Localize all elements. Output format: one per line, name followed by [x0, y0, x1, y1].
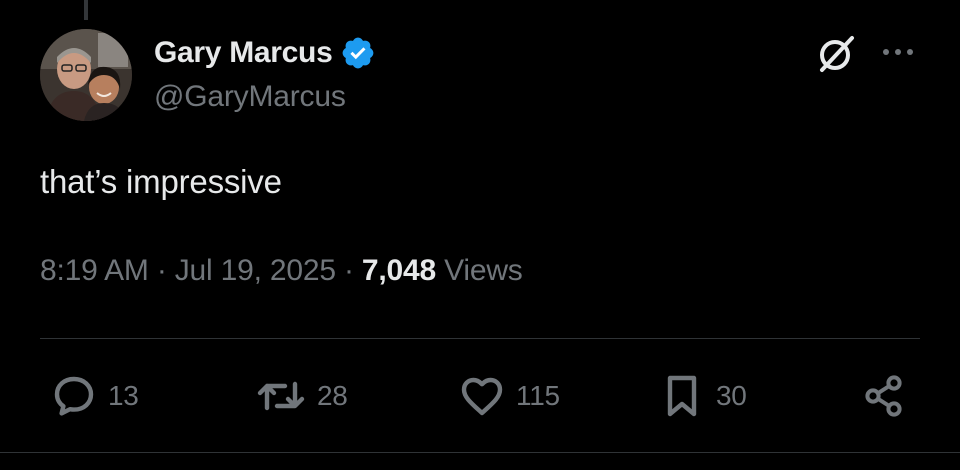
repost-button[interactable]: 28	[255, 372, 348, 420]
like-icon	[461, 377, 503, 416]
bottom-divider	[0, 452, 960, 453]
tweet-text: that’s impressive	[40, 163, 282, 200]
reply-icon	[54, 376, 94, 416]
tweet-time[interactable]: 8:19 AM	[40, 254, 149, 287]
tweet-meta: 8:19 AM · Jul 19, 2025 · 7,048 Views	[40, 254, 523, 288]
reply-count: 13	[108, 380, 139, 411]
views-label[interactable]: Views	[444, 254, 523, 287]
reply-button[interactable]: 13	[50, 372, 139, 420]
share-icon	[865, 375, 902, 417]
avatar-photo	[40, 29, 132, 121]
like-count: 115	[516, 380, 560, 411]
views-count[interactable]: 7,048	[362, 254, 436, 287]
more-options-icon[interactable]	[880, 38, 916, 66]
share-button[interactable]	[860, 372, 908, 420]
author-handle[interactable]: @GaryMarcus	[154, 80, 346, 114]
like-button[interactable]: 115	[458, 372, 560, 420]
author-name-row[interactable]: Gary Marcus	[154, 34, 376, 72]
grok-icon[interactable]	[814, 32, 858, 76]
verified-badge-icon[interactable]	[340, 35, 376, 71]
tweet-date[interactable]: Jul 19, 2025	[175, 254, 336, 287]
repost-icon	[257, 381, 305, 411]
meta-separator: ·	[156, 254, 175, 287]
divider	[40, 338, 920, 339]
repost-count: 28	[317, 380, 348, 411]
bookmark-icon	[667, 375, 697, 417]
avatar[interactable]	[40, 29, 132, 121]
thread-connector-line	[84, 0, 88, 20]
bookmark-count: 30	[716, 380, 747, 411]
author-display-name[interactable]: Gary Marcus	[154, 36, 333, 70]
bookmark-button[interactable]: 30	[658, 372, 747, 420]
meta-separator: ·	[343, 254, 362, 287]
